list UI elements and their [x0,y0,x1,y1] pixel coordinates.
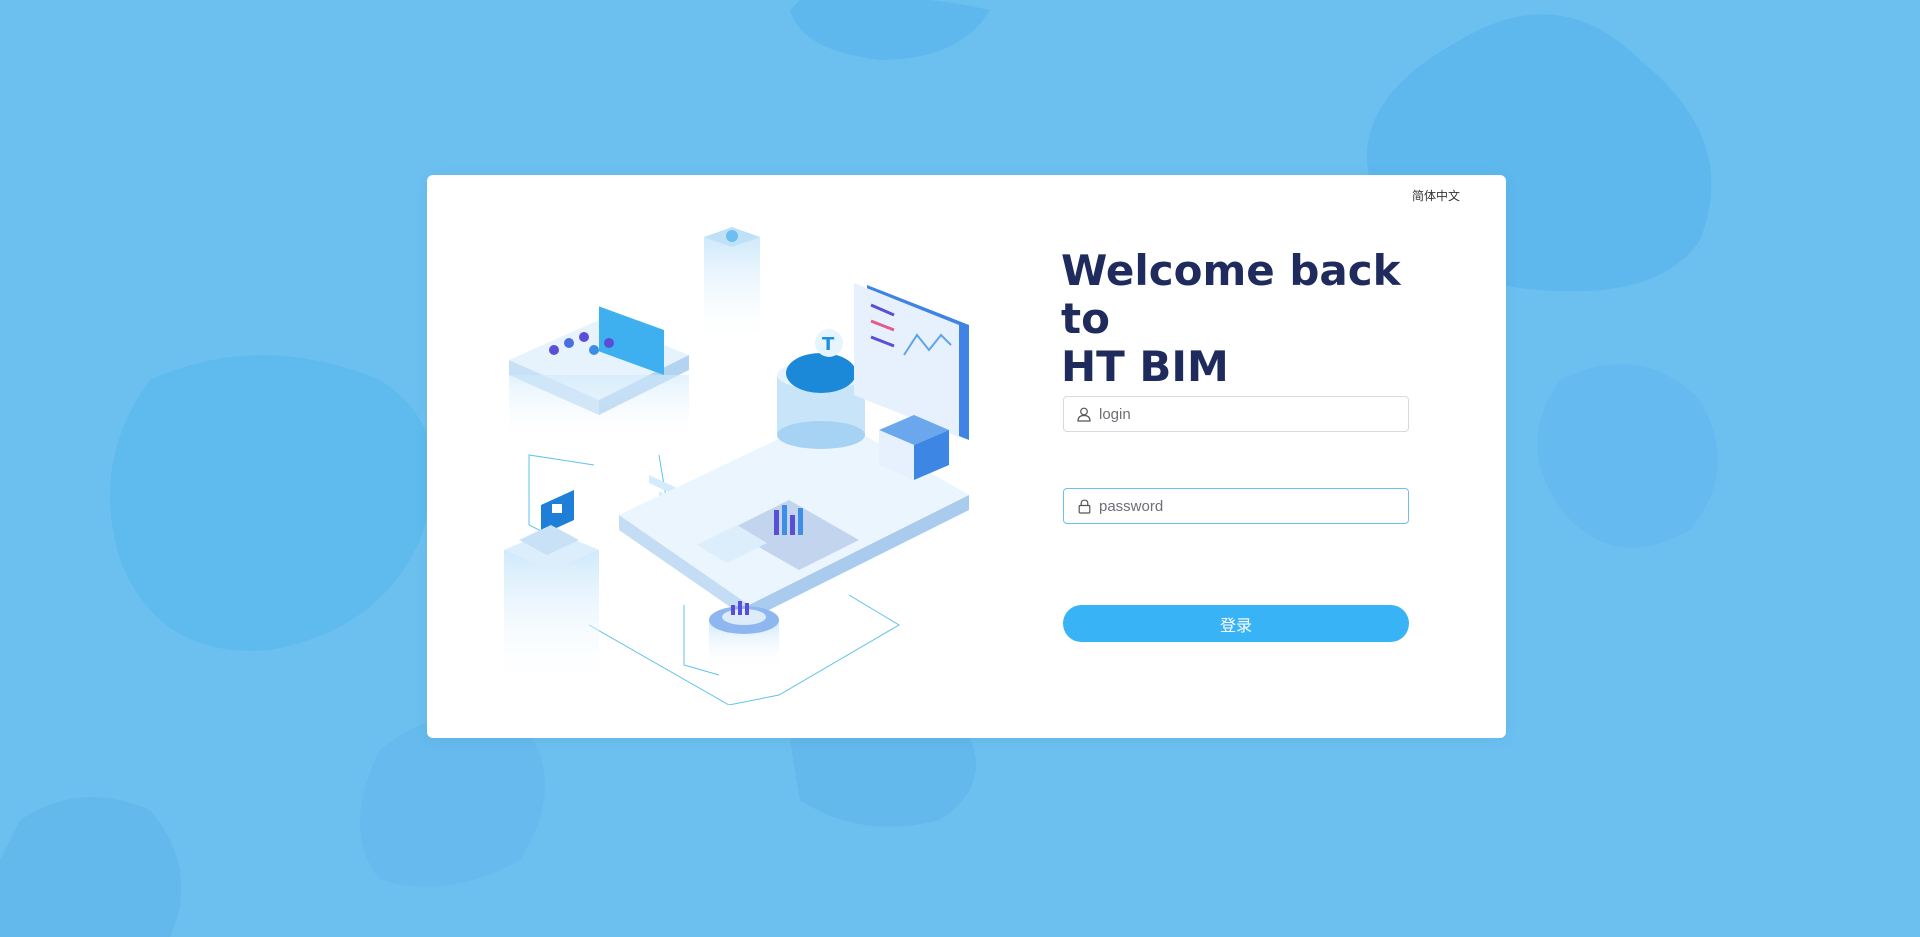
login-field[interactable] [1063,396,1409,432]
svg-text:T: T [822,334,835,355]
welcome-title-line1: Welcome back to [1061,246,1401,343]
language-switch[interactable]: 简体中文 [1412,187,1460,204]
meeting-platform [509,306,689,445]
password-input[interactable] [1099,489,1408,523]
isometric-illustration: T [504,227,969,705]
pedestal [709,601,779,670]
laptop-column [504,490,599,690]
user-icon [1076,406,1092,422]
login-button[interactable]: 登录 [1063,605,1409,642]
password-field[interactable] [1063,488,1409,524]
login-card: 简体中文 T Welcome back to HT BIM login 登录 [427,175,1506,738]
welcome-title-line2: HT BIM [1061,342,1229,391]
login-input[interactable] [1099,397,1408,431]
welcome-title: Welcome back to HT BIM [1061,247,1461,391]
lock-icon [1076,498,1092,514]
database-cylinder: T [777,329,865,449]
